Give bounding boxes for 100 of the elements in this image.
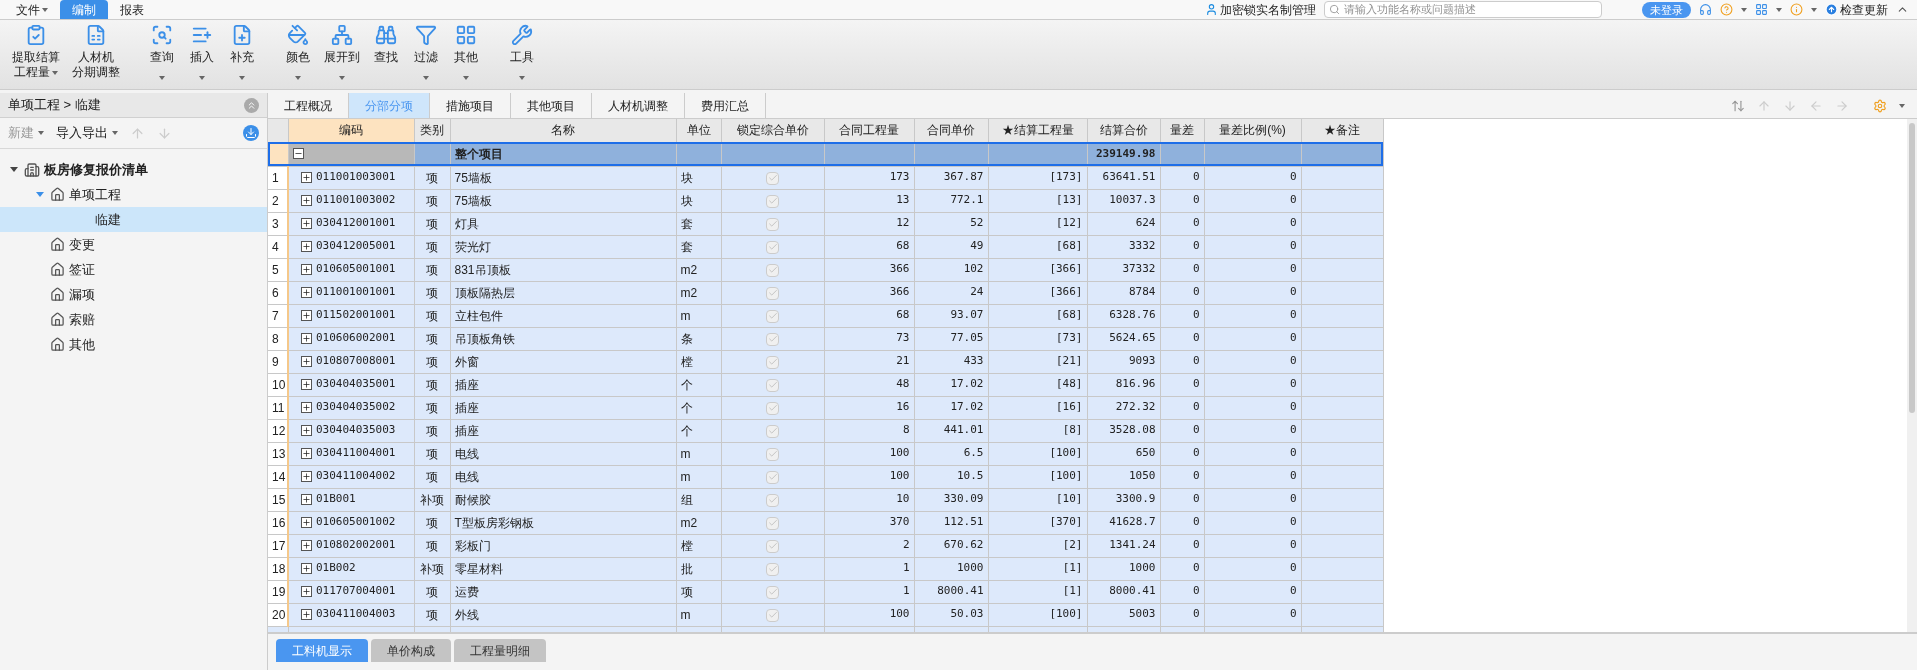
checkbox[interactable] [766,355,779,369]
arrow-down-icon[interactable] [1783,98,1797,113]
checkbox[interactable] [766,263,779,277]
table-cell: 0 [1204,465,1301,488]
row-number: 8 [268,327,288,350]
expand-toggle-icon[interactable] [301,425,312,436]
row-number: 11 [268,396,288,419]
ribbon-button[interactable]: 查询 [144,24,180,84]
arrow-down-icon[interactable] [157,125,172,141]
menu-tab[interactable]: 文件 [4,0,60,19]
expand-toggle-icon[interactable] [301,540,312,551]
menu-tab[interactable]: 报表 [108,0,156,19]
content-tab[interactable]: 费用汇总 [685,93,766,118]
expand-toggle-icon[interactable] [301,586,312,597]
expand-toggle-icon[interactable] [301,402,312,413]
expand-toggle-icon[interactable] [301,471,312,482]
table-cell: 77.05 [914,327,988,350]
scrollbar-thumb[interactable] [1909,123,1915,413]
checkbox[interactable] [766,608,779,622]
checkbox[interactable] [766,401,779,415]
grid-icon[interactable] [1755,3,1768,16]
expand-toggle-icon[interactable] [301,379,312,390]
column-header[interactable]: 编码 [288,119,414,142]
checkbox[interactable] [766,493,779,507]
ribbon-button[interactable]: 人材机 分期调整 [68,24,124,80]
checkbox[interactable] [766,539,779,553]
tree-item[interactable]: 板房修复报价清单 [0,157,267,182]
collapse-icon[interactable] [244,97,259,113]
toolbar-button[interactable]: 导入导出 [56,123,118,143]
checkbox[interactable] [766,585,779,599]
ribbon-button[interactable]: 补充 [224,24,260,84]
tree-item[interactable]: 漏项 [0,282,267,307]
table-cell: 外窗 [450,350,676,373]
table-cell: 030412001001 [316,215,396,232]
tree-item[interactable]: 其他 [0,332,267,357]
checkbox[interactable] [766,516,779,530]
tree-item[interactable]: 索赔 [0,307,267,332]
expand-toggle-icon[interactable] [301,448,312,459]
checkbox[interactable] [766,309,779,323]
checkbox[interactable] [766,378,779,392]
bottom-tab[interactable]: 工程量明细 [454,639,546,662]
bottom-tab[interactable]: 单价构成 [371,639,451,662]
download-icon[interactable] [243,125,259,141]
expand-toggle-icon[interactable] [301,218,312,229]
tree-item[interactable]: 签证 [0,257,267,282]
checkbox[interactable] [766,217,779,231]
tree-item[interactable]: 单项工程 [0,182,267,207]
checkbox[interactable] [766,240,779,254]
house-icon [50,287,65,302]
info-icon[interactable] [1790,3,1803,16]
content-tab[interactable]: 人材机调整 [592,93,685,118]
expand-toggle-icon[interactable] [301,356,312,367]
search-field[interactable]: 请输入功能名称或问题描述 [1324,1,1602,18]
ribbon-button[interactable]: 展开到 [320,24,364,84]
tree-item[interactable]: 变更 [0,232,267,257]
expand-toggle-icon[interactable] [301,195,312,206]
collapse-toggle-icon[interactable] [292,148,304,159]
expand-toggle-icon[interactable] [301,310,312,321]
ribbon-button[interactable]: 工具 [504,24,540,84]
checkbox[interactable] [766,424,779,438]
ribbon-button[interactable]: 插入 [184,24,220,84]
table-cell: 75墙板 [450,189,676,212]
expand-toggle-icon[interactable] [301,563,312,574]
expand-toggle-icon[interactable] [301,241,312,252]
spreadsheet-icon [85,24,107,46]
checkbox[interactable] [766,447,779,461]
table-cell: 套 [676,212,721,235]
checkbox[interactable] [766,470,779,484]
ribbon-button[interactable]: 颜色 [280,24,316,84]
tree-item[interactable]: 临建 [0,207,267,232]
checkbox[interactable] [766,332,779,346]
expand-toggle-icon[interactable] [301,609,312,620]
caret-icon [38,131,44,135]
headset-icon[interactable] [1699,3,1712,16]
swap-icon[interactable] [1731,98,1745,113]
table-cell: 650 [1087,442,1160,465]
checkbox[interactable] [766,171,779,185]
ribbon-button[interactable]: 查找 [368,24,404,84]
checkbox[interactable] [766,286,779,300]
column-settings-icon[interactable] [1873,98,1887,113]
help-icon[interactable] [1720,3,1733,16]
expand-toggle-icon[interactable] [301,264,312,275]
content-tab[interactable]: 措施项目 [430,93,511,118]
checkbox[interactable] [766,194,779,208]
expand-toggle-icon[interactable] [301,517,312,528]
content-tab[interactable]: 其他项目 [511,93,592,118]
expand-toggle-icon[interactable] [301,287,312,298]
account-link[interactable]: 加密锁实名制管理 [1205,0,1316,19]
ribbon-button[interactable]: 过滤 [408,24,444,84]
expand-toggle-icon[interactable] [301,494,312,505]
ribbon-button[interactable]: 其他 [448,24,484,84]
ribbon-button[interactable]: 提取结算 工程量 [8,24,64,80]
expand-toggle-icon[interactable] [301,172,312,183]
checkbox[interactable] [766,562,779,576]
arrow-up-icon[interactable] [1757,98,1771,113]
table-cell: 41628.7 [1087,511,1160,534]
expand-triangle-icon[interactable] [10,167,18,172]
update-button[interactable]: 检查更新 [1825,0,1888,19]
expand-toggle-icon[interactable] [301,333,312,344]
check-icon [767,357,778,368]
